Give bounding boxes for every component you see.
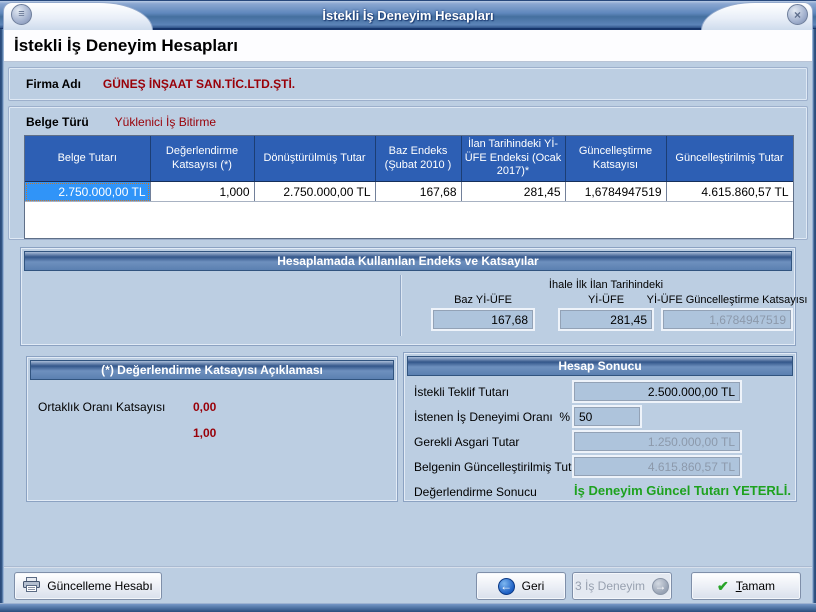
cell-degerlendirme-katsayisi[interactable]: 1,000: [150, 182, 254, 202]
dialog-window: İstekli İş Deneyim Hesapları ≡ × İstekli…: [0, 0, 816, 612]
guncel-tutar-label: Belgenin Güncelleştirilmiş Tutarı: [414, 460, 585, 474]
menu-icon: ≡: [18, 9, 24, 20]
check-icon: ✔: [717, 578, 729, 595]
firm-value: GÜNEŞ İNŞAAT SAN.TİC.LTD.ŞTİ.: [103, 77, 295, 91]
next-experience-button[interactable]: 3 İş Deneyim →: [572, 572, 672, 600]
col-guncellestirme-katsayisi[interactable]: Güncelleştirme Katsayısı: [565, 136, 666, 182]
cell-baz-endeks[interactable]: 167,68: [375, 182, 461, 202]
ok-button[interactable]: ✔ Tamam: [691, 572, 801, 600]
experience-grid: Belge Tutarı Değerlendirme Katsayısı (*)…: [24, 135, 794, 239]
window-bottom-border: [0, 603, 816, 612]
page-title: İstekli İş Deneyim Hesapları: [4, 30, 812, 62]
teklif-tutari-label: İstekli Teklif Tutarı: [414, 385, 509, 399]
next-arrow-icon: →: [652, 578, 669, 595]
update-calculation-button[interactable]: Güncelleme Hesabı: [14, 572, 162, 600]
coefficient-groupbox-title: (*) Değerlendirme Katsayısı Açıklaması: [30, 360, 394, 380]
cell-belge-tutari[interactable]: 2.750.000,00 TL: [25, 182, 150, 202]
result-groupbox: Hesap Sonucu İstekli Teklif Tutarı İsten…: [403, 352, 797, 502]
update-calculation-label: Güncelleme Hesabı: [47, 579, 152, 593]
document-type-value: Yüklenici İş Bitirme: [115, 115, 216, 129]
window-menu-button[interactable]: ≡: [11, 4, 32, 25]
firm-label: Firma Adı: [26, 77, 81, 91]
printer-icon: [23, 577, 40, 595]
cell-guncellestirilmis-tutar[interactable]: 4.615.860,57 TL: [666, 182, 793, 202]
asgari-tutar-label: Gerekli Asgari Tutar: [414, 435, 519, 449]
window-left-border: [0, 29, 4, 612]
col-guncellestirilmis-tutar[interactable]: Güncelleştirilmiş Tutar: [666, 136, 793, 182]
guncel-tutar-field: [574, 457, 740, 476]
ortaklik-orani-value-2: 1,00: [193, 426, 216, 440]
vertical-divider: [400, 275, 401, 336]
col-degerlendirme-katsayisi[interactable]: Değerlendirme Katsayısı (*): [150, 136, 254, 182]
deneyim-orani-label: İstenen İş Deneyimi Oranı %: [414, 410, 570, 424]
ok-label: Tamam: [736, 579, 775, 593]
window-title: İstekli İş Deneyim Hesapları: [0, 8, 816, 23]
grid-header-row: Belge Tutarı Değerlendirme Katsayısı (*)…: [25, 136, 793, 182]
yiufe-katsayi-field: [663, 310, 791, 329]
footer-divider: [4, 566, 812, 568]
indices-groupbox-title: Hesaplamada Kullanılan Endeks ve Katsayı…: [24, 251, 792, 271]
window-right-border: [812, 29, 816, 612]
asgari-tutar-field: [574, 432, 740, 451]
baz-yiufe-label: Baz Yİ-ÜFE: [413, 274, 553, 307]
title-bar[interactable]: İstekli İş Deneyim Hesapları ≡ ×: [0, 0, 816, 30]
back-arrow-icon: ←: [498, 578, 515, 595]
baz-yiufe-field[interactable]: [433, 310, 533, 329]
cell-ilan-tarihindeki-endeks[interactable]: 281,45: [461, 182, 565, 202]
ortaklik-orani-value-1: 0,00: [193, 400, 216, 414]
next-label: 3 İş Deneyim: [575, 579, 645, 593]
close-button[interactable]: ×: [787, 4, 808, 25]
degerlendirme-sonucu-label: Değerlendirme Sonucu: [414, 485, 537, 499]
firm-panel: Firma Adı GÜNEŞ İNŞAAT SAN.TİC.LTD.ŞTİ.: [8, 67, 808, 101]
deneyim-orani-field[interactable]: [574, 407, 640, 426]
document-panel: Belge Türü Yüklenici İş Bitirme Belge Tu…: [8, 106, 808, 240]
cell-donusturulmus-tutar[interactable]: 2.750.000,00 TL: [254, 182, 375, 202]
back-button[interactable]: ← Geri: [476, 572, 566, 600]
degerlendirme-sonucu-value: İş Deneyim Güncel Tutarı YETERLİ.: [574, 483, 791, 498]
col-baz-endeks[interactable]: Baz Endeks (Şubat 2010 ): [375, 136, 461, 182]
close-icon: ×: [794, 9, 801, 21]
back-label: Geri: [522, 579, 545, 593]
teklif-tutari-field[interactable]: [574, 382, 740, 401]
coefficient-groupbox: (*) Değerlendirme Katsayısı Açıklaması O…: [26, 356, 398, 502]
col-donusturulmus-tutar[interactable]: Dönüştürülmüş Tutar: [254, 136, 375, 182]
yiufe-katsayi-label: Yİ-ÜFE Güncelleştirme Katsayısı: [643, 274, 811, 307]
ortaklik-orani-label: Ortaklık Oranı Katsayısı: [38, 400, 165, 414]
col-belge-tutari[interactable]: Belge Tutarı: [25, 136, 150, 182]
document-type-label: Belge Türü: [26, 115, 89, 129]
grid-data-row: 2.750.000,00 TL 1,000 2.750.000,00 TL 16…: [25, 182, 793, 202]
ihale-ilan-yiufe-field[interactable]: [560, 310, 652, 329]
cell-guncellestirme-katsayisi[interactable]: 1,6784947519: [565, 182, 666, 202]
result-groupbox-title: Hesap Sonucu: [407, 356, 793, 376]
col-ilan-tarihindeki-endeks[interactable]: İlan Tarihindeki Yİ-ÜFE Endeksi (Ocak 20…: [461, 136, 565, 182]
indices-groupbox: Hesaplamada Kullanılan Endeks ve Katsayı…: [20, 247, 796, 346]
